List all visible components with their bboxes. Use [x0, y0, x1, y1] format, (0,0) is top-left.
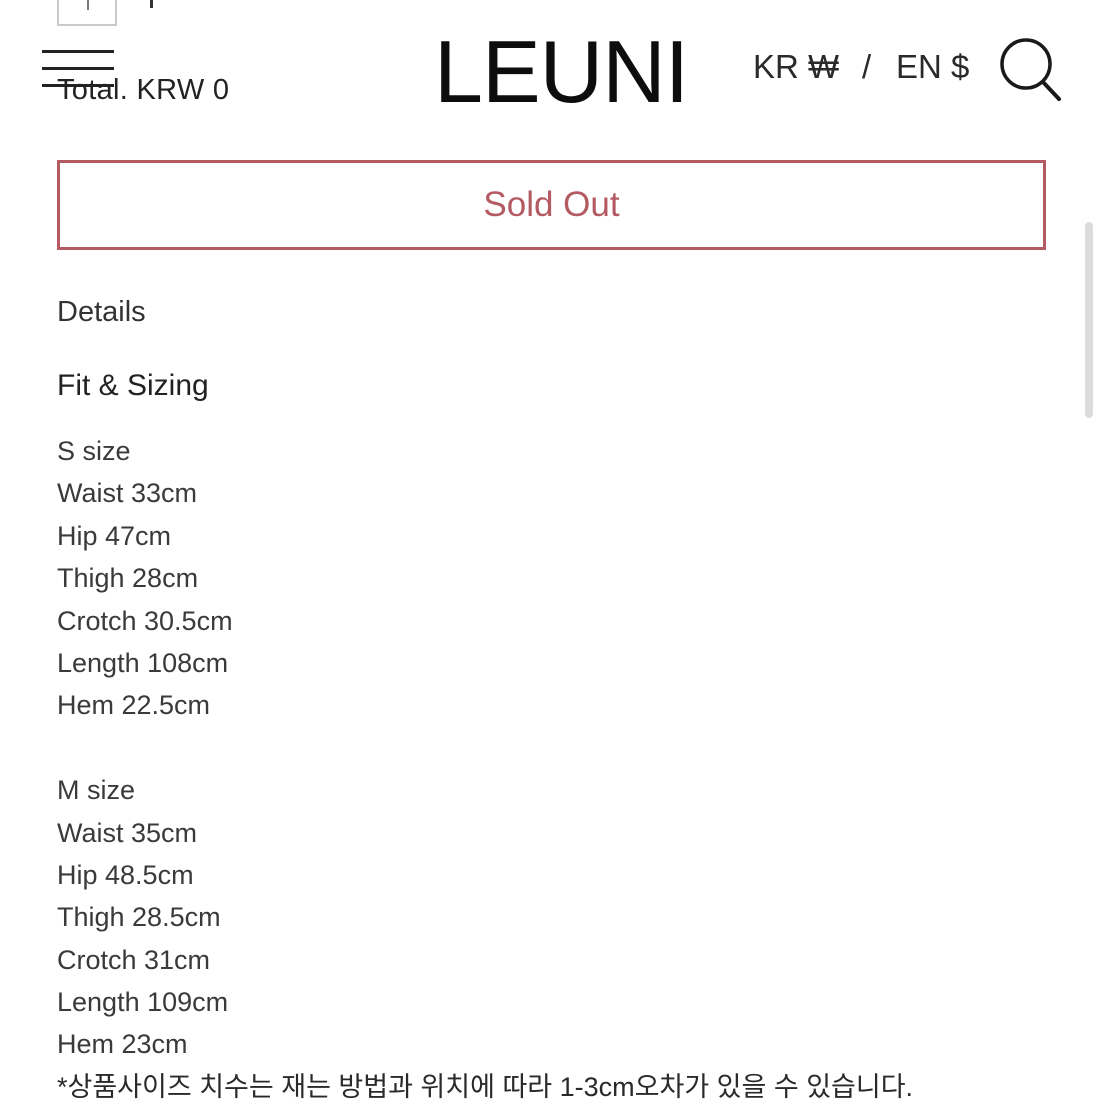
search-icon[interactable] [998, 36, 1064, 104]
m-hip: Hip 48.5cm [57, 859, 194, 890]
m-length: Length 109cm [57, 987, 229, 1018]
sold-out-label: Sold Out [483, 185, 620, 224]
quantity-stepper-box[interactable] [57, 0, 117, 26]
fit-sizing-heading: Fit & Sizing [57, 369, 209, 402]
menu-line [42, 67, 114, 70]
s-size-heading: S size [57, 436, 131, 466]
menu-line [42, 50, 114, 53]
s-hip: Hip 47cm [57, 520, 172, 551]
s-thigh: Thigh 28cm [57, 563, 199, 594]
s-length: Length 108cm [57, 647, 229, 678]
m-hem: Hem 23cm [57, 1029, 188, 1060]
total-price: Total. KRW 0 [57, 74, 230, 106]
size-spec-list: S size Waist 33cm Hip 47cm Thigh 28cm Cr… [57, 430, 913, 1108]
currency-kr-link[interactable]: KR ₩ [753, 48, 839, 86]
size-group-spacer [57, 727, 913, 769]
m-waist: Waist 35cm [57, 817, 198, 848]
m-size-heading: M size [57, 775, 136, 806]
s-waist: Waist 33cm [57, 478, 198, 509]
s-hem: Hem 22.5cm [57, 690, 211, 721]
currency-en-link[interactable]: EN $ [896, 48, 969, 86]
details-tab[interactable]: Details [57, 296, 146, 329]
stepper-mark [87, 0, 89, 10]
currency-separator: / [862, 48, 872, 85]
m-thigh: Thigh 28.5cm [57, 902, 221, 933]
brand-logo[interactable]: LEUNI [434, 22, 689, 122]
sold-out-button[interactable]: Sold Out [57, 160, 1046, 250]
quantity-value-glyph [150, 0, 153, 8]
s-crotch: Crotch 30.5cm [57, 605, 233, 636]
m-crotch: Crotch 31cm [57, 944, 211, 975]
page-scrollbar[interactable] [1085, 222, 1093, 418]
